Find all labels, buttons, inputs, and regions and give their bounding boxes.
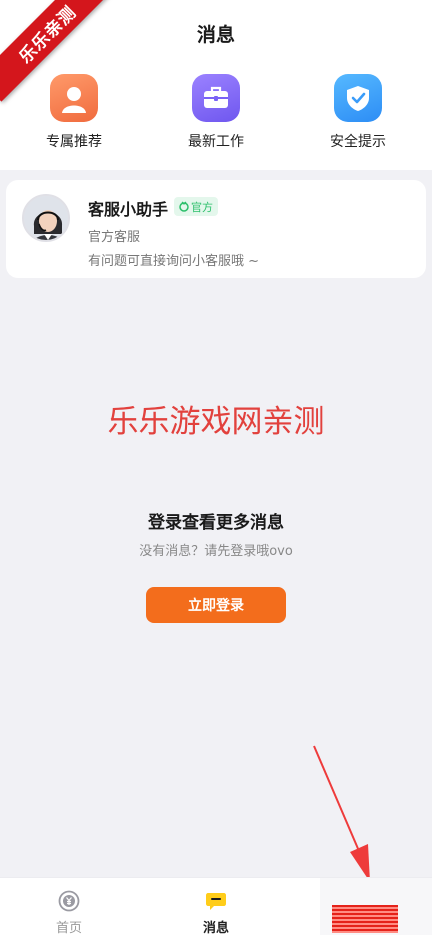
tab-home-label: 首页: [55, 921, 82, 935]
shortcut-security-label: 安全提示: [330, 134, 386, 150]
shortcut-recommend[interactable]: 专属推荐: [24, 74, 124, 151]
service-name: 客服小助手: [88, 200, 169, 219]
briefcase-icon: [192, 74, 240, 122]
login-prompt-title: 登录查看更多消息: [148, 513, 284, 533]
yen-coin-icon: [58, 890, 80, 912]
shield-check-icon: [334, 74, 382, 122]
bottom-tab-bar: 首页 消息: [0, 877, 432, 935]
official-badge: 官方: [174, 197, 218, 216]
shortcut-latest-jobs[interactable]: 最新工作: [166, 74, 266, 151]
person-icon: [50, 74, 98, 122]
redacted-tab[interactable]: [320, 878, 432, 935]
service-message-preview: 有问题可直接询问小客服哦 ~: [88, 254, 260, 269]
login-button[interactable]: 立即登录: [146, 587, 286, 623]
shortcut-latest-jobs-label: 最新工作: [188, 134, 244, 150]
medal-icon: [179, 201, 189, 212]
shortcut-recommend-label: 专属推荐: [46, 134, 102, 150]
shortcut-row: 专属推荐 最新工作 安全提示: [0, 74, 432, 154]
login-prompt-subtitle: 没有消息？请先登录哦ovo: [139, 544, 293, 559]
watermark-text: 乐乐游戏网亲测: [107, 404, 325, 440]
chat-bubble-icon: [206, 893, 226, 910]
red-arrow-annotation: [313, 745, 370, 882]
shortcut-security[interactable]: 安全提示: [308, 74, 408, 151]
tab-messages[interactable]: 消息: [166, 890, 266, 935]
service-subtitle: 官方客服: [88, 230, 141, 245]
customer-service-card[interactable]: 客服小助手 官方 官方客服 有问题可直接询问小客服哦 ~: [6, 180, 426, 278]
tab-home[interactable]: 首页: [19, 890, 119, 935]
tab-messages-label: 消息: [202, 921, 229, 935]
official-badge-label: 官方: [191, 200, 213, 214]
avatar: [22, 194, 70, 242]
redaction-bar: [332, 905, 398, 933]
